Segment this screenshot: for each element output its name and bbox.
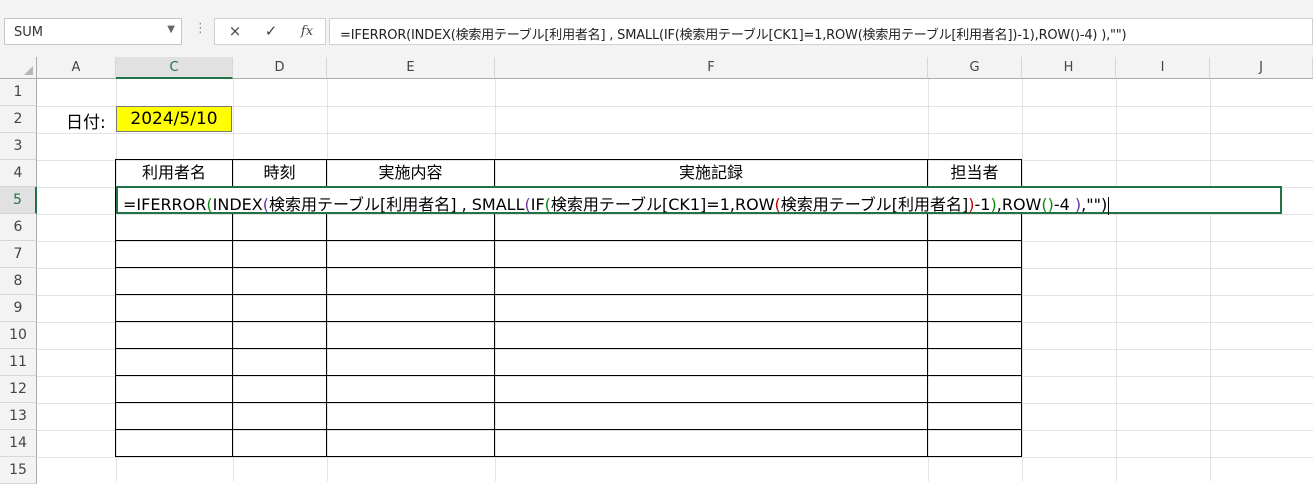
column-header-a[interactable]: A xyxy=(37,57,116,79)
column-header-g[interactable]: G xyxy=(928,57,1022,79)
text-caret xyxy=(1108,196,1110,215)
insert-function-icon[interactable]: fx xyxy=(289,19,325,44)
row-header[interactable]: 6 xyxy=(0,214,37,241)
column-header-e[interactable]: E xyxy=(327,57,495,79)
date-cell[interactable]: 2024/5/10 xyxy=(116,106,232,132)
row-header[interactable]: 2 xyxy=(0,106,37,133)
formula-input[interactable]: =IFERROR(INDEX(検索用テーブル[利用者名] , SMALL(IF(… xyxy=(329,18,1313,45)
column-header-c[interactable]: C xyxy=(116,57,233,79)
select-all-button[interactable] xyxy=(0,57,37,79)
row-header[interactable]: 14 xyxy=(0,430,37,457)
cell-formula-text: =IFERROR(INDEX(検索用テーブル[利用者名] , SMALL(IF(… xyxy=(123,195,1110,215)
header-time[interactable]: 時刻 xyxy=(233,160,326,186)
header-user-name[interactable]: 利用者名 xyxy=(116,160,232,186)
ribbon-edge xyxy=(0,0,1313,8)
row-header[interactable]: 3 xyxy=(0,133,37,160)
row-header[interactable]: 13 xyxy=(0,403,37,430)
row-header[interactable]: 1 xyxy=(0,79,37,106)
row-header[interactable]: 12 xyxy=(0,376,37,403)
row-header[interactable]: 15 xyxy=(0,457,37,484)
date-label: 日付: xyxy=(66,113,106,133)
header-record[interactable]: 実施記録 xyxy=(495,160,927,186)
chevron-down-icon[interactable]: ▼ xyxy=(167,24,175,35)
more-options-icon[interactable]: ⋮ xyxy=(194,22,207,35)
column-header-f[interactable]: F xyxy=(495,57,928,79)
enter-check-icon[interactable]: ✓ xyxy=(253,19,289,44)
column-header-d[interactable]: D xyxy=(233,57,327,79)
active-cell-editor[interactable]: =IFERROR(INDEX(検索用テーブル[利用者名] , SMALL(IF(… xyxy=(116,186,1282,215)
formula-bar: SUM ▼ ⋮ × ✓ fx =IFERROR(INDEX(検索用テーブル[利用… xyxy=(0,8,1313,58)
row-header[interactable]: 10 xyxy=(0,322,37,349)
row-header-active[interactable]: 5 xyxy=(0,187,37,214)
name-box-value: SUM xyxy=(14,25,43,40)
header-content[interactable]: 実施内容 xyxy=(327,160,494,186)
column-header-h[interactable]: H xyxy=(1022,57,1116,79)
formula-bar-buttons: × ✓ fx xyxy=(214,18,326,45)
row-header[interactable]: 7 xyxy=(0,241,37,268)
name-box[interactable]: SUM ▼ xyxy=(4,18,182,45)
column-header-i[interactable]: I xyxy=(1116,57,1210,79)
row-header[interactable]: 8 xyxy=(0,268,37,295)
row-header[interactable]: 4 xyxy=(0,160,37,187)
formula-text: =IFERROR(INDEX(検索用テーブル[利用者名] , SMALL(IF(… xyxy=(340,28,1127,43)
row-header[interactable]: 9 xyxy=(0,295,37,322)
cancel-icon[interactable]: × xyxy=(217,19,253,44)
column-header-j[interactable]: J xyxy=(1210,57,1313,79)
header-staff[interactable]: 担当者 xyxy=(928,160,1021,186)
row-header[interactable]: 11 xyxy=(0,349,37,376)
